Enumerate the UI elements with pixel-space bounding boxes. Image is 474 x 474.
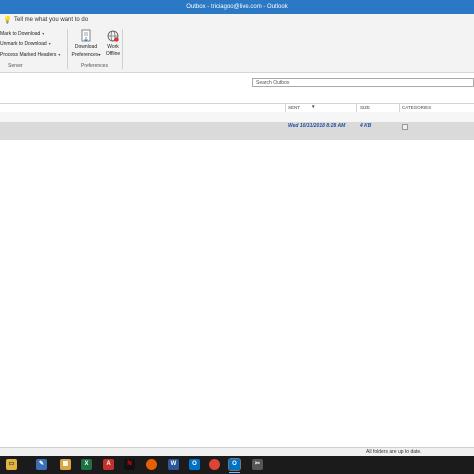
excel-icon[interactable]: X — [81, 459, 92, 470]
outlook-active-icon[interactable]: O — [228, 458, 241, 471]
firefox-icon[interactable] — [146, 459, 157, 470]
outlook-icon[interactable]: O — [189, 459, 200, 470]
unmark-to-download-button[interactable]: Unmark to Download ▾ — [0, 41, 51, 47]
preferences-label: Preferences — [71, 52, 99, 58]
list-spacer — [0, 112, 474, 122]
process-marked-headers-label: Process Marked Headers — [0, 52, 57, 58]
word-icon[interactable]: W — [168, 459, 179, 470]
table-row[interactable]: Wed 10/31/2018 8:28 AM 4 KB — [0, 122, 474, 140]
unmark-to-download-label: Unmark to Download — [0, 41, 47, 47]
preferences-group-label: Preferences — [81, 63, 108, 69]
window-title: Outbox - triciagoo@live.com - Outlook — [186, 4, 288, 10]
server-group-label: Server — [8, 63, 23, 69]
snip-icon[interactable]: ✂ — [252, 459, 263, 470]
tell-me-bar[interactable]: 💡 Tell me what you want to do — [0, 14, 474, 27]
column-divider — [285, 104, 286, 112]
chrome-icon[interactable] — [209, 459, 220, 470]
chevron-down-icon: ▾ — [58, 52, 61, 57]
chevron-down-icon: ▾ — [48, 41, 51, 46]
mark-to-download-label: Mark to Download — [0, 31, 41, 37]
column-divider — [356, 104, 357, 112]
process-marked-headers-button[interactable]: Process Marked Headers ▾ — [0, 52, 60, 58]
size-column-header[interactable]: SIZE — [360, 105, 370, 110]
ribbon-divider — [67, 29, 68, 69]
status-text: All folders are up to date. — [366, 449, 422, 455]
search-outbox-input[interactable]: Search Outbox — [252, 78, 474, 87]
message-sent: Wed 10/31/2018 8:28 AM — [288, 123, 346, 129]
taskbar: ▭ ✎ ▦ X A N W O O ✂ — [0, 456, 474, 474]
column-divider — [399, 104, 400, 112]
categories-column-header[interactable]: CATEGORIES — [402, 105, 431, 110]
files-icon[interactable]: ▦ — [60, 459, 71, 470]
ribbon-divider — [122, 29, 123, 69]
title-bar: Outbox - triciagoo@live.com - Outlook — [0, 0, 474, 14]
acrobat-icon[interactable]: A — [103, 459, 114, 470]
lightbulb-icon: 💡 — [3, 17, 12, 24]
notepad-icon[interactable]: ✎ — [36, 459, 47, 470]
netflix-icon[interactable]: N — [124, 459, 135, 470]
mark-to-download-button[interactable]: Mark to Download ▾ — [0, 31, 44, 37]
download-label: Download — [74, 44, 98, 50]
ribbon: Mark to Download ▾ Unmark to Download ▾ Pr… — [0, 27, 474, 73]
tell-me-input[interactable]: Tell me what you want to do — [14, 17, 88, 23]
download-preferences-icon — [81, 29, 91, 42]
sort-descending-icon: ▼ — [311, 104, 316, 109]
category-box[interactable] — [402, 124, 408, 130]
work-offline-button[interactable]: Work Offline — [96, 29, 130, 58]
message-size: 4 KB — [360, 123, 372, 129]
file-explorer-icon[interactable]: ▭ — [6, 459, 17, 470]
globe-offline-icon — [107, 30, 119, 42]
active-app-indicator — [229, 472, 240, 473]
offline-label: Offline — [105, 51, 121, 57]
chevron-down-icon: ▾ — [42, 31, 45, 36]
work-label: Work — [107, 44, 119, 50]
sent-column-header[interactable]: SENT — [288, 105, 300, 110]
